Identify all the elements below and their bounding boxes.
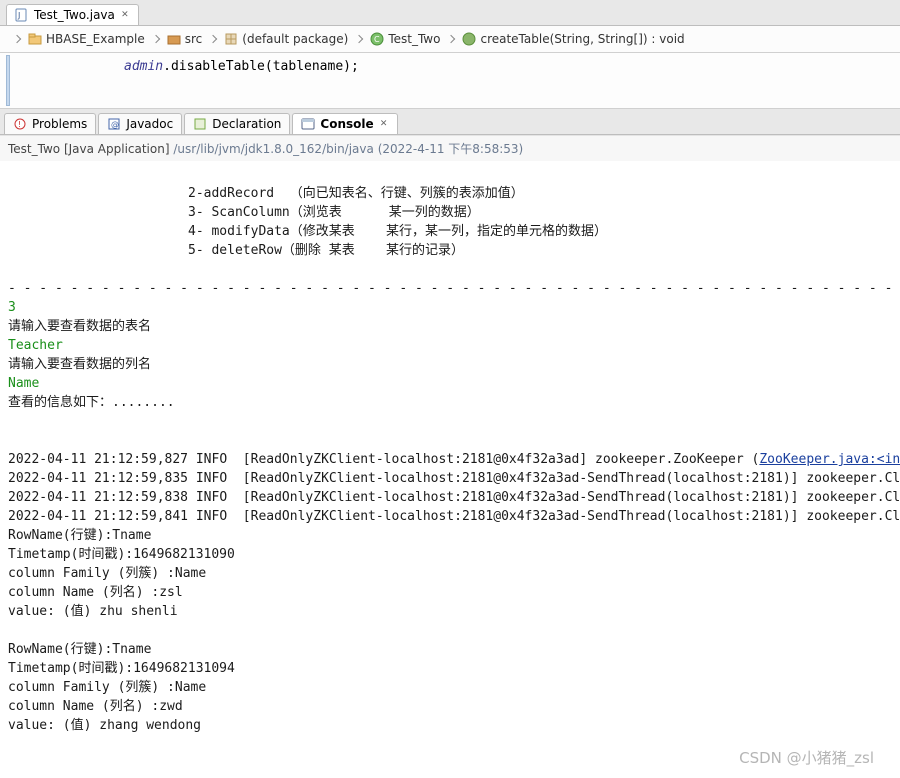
console-line: column Name (列名) :zsl [8, 585, 183, 600]
tab-javadoc[interactable]: @ Javadoc [98, 113, 182, 134]
views-tabbar: ! Problems @ Javadoc Declaration Console… [0, 109, 900, 135]
console-log: 2022-04-11 21:12:59,838 INFO [ReadOnlyZK… [8, 490, 900, 505]
breadcrumb-package-label: (default package) [242, 32, 348, 46]
svg-text:@: @ [111, 120, 119, 129]
console-line: RowName(行键):Tname [8, 528, 151, 543]
console-line: - - - - - - - - - - - - - - - - - - - - … [8, 281, 900, 296]
breadcrumb-method-label: createTable(String, String[]) : void [480, 32, 684, 46]
svg-text:C: C [374, 35, 380, 44]
tab-declaration[interactable]: Declaration [184, 113, 290, 134]
breadcrumb-class[interactable]: C Test_Two [370, 32, 440, 46]
chevron-right-icon [447, 35, 455, 43]
problems-icon: ! [13, 117, 27, 131]
console-line: 3- ScanColumn（浏览表 某一列的数据） [188, 205, 480, 220]
code-line: admin.disableTable(tablename); [24, 59, 900, 74]
console-line: 5- deleteRow（删除 某表 某行的记录） [188, 243, 464, 258]
console-input: 3 [8, 300, 16, 315]
tab-console-label: Console [320, 117, 373, 131]
tab-problems-label: Problems [32, 117, 87, 131]
console-line: value: (值) zhu shenli [8, 604, 178, 619]
console-line: 4- modifyData（修改某表 某行，某一列，指定的单元格的数据） [188, 224, 607, 239]
launch-app: Test_Two [Java Application] [8, 142, 170, 156]
console-line: Timetamp(时间戳):1649682131094 [8, 661, 235, 676]
tab-declaration-label: Declaration [212, 117, 281, 131]
console-line: RowName(行键):Tname [8, 642, 151, 657]
javadoc-icon: @ [107, 117, 121, 131]
console-line: 请输入要查看数据的列名 [8, 357, 151, 372]
code-rest: .disableTable(tablename); [163, 59, 359, 74]
chevron-right-icon [13, 35, 21, 43]
chevron-right-icon [209, 35, 217, 43]
class-icon: C [370, 32, 384, 46]
tab-console[interactable]: Console ✕ [292, 113, 397, 134]
svg-text:J: J [17, 11, 20, 20]
breadcrumb-package[interactable]: (default package) [224, 32, 348, 46]
watermark: CSDN @小猪猪_zsl [739, 749, 874, 768]
console-log-link[interactable]: ZooKeeper.java:<init> [759, 452, 900, 467]
folder-icon [167, 32, 181, 46]
code-editor[interactable]: admin.disableTable(tablename); [0, 53, 900, 109]
close-icon[interactable]: ✕ [379, 119, 389, 129]
editor-tab-label: Test_Two.java [34, 8, 115, 22]
console-output[interactable]: 2-addRecord （向已知表名、行键、列簇的表添加值） 3- ScanCo… [0, 161, 900, 778]
method-icon [462, 32, 476, 46]
breadcrumb-src[interactable]: src [167, 32, 203, 46]
console-line: 请输入要查看数据的表名 [8, 319, 151, 334]
console-line: column Family (列簇) :Name [8, 566, 206, 581]
console-line: 查看的信息如下：........ [8, 395, 175, 410]
console-input: Teacher [8, 338, 63, 353]
declaration-icon [193, 117, 207, 131]
editor-tab-file[interactable]: J Test_Two.java ✕ [6, 4, 139, 25]
java-file-icon: J [15, 8, 29, 22]
console-line: column Family (列簇) :Name [8, 680, 206, 695]
breadcrumb-src-label: src [185, 32, 203, 46]
console-log: 2022-04-11 21:12:59,835 INFO [ReadOnlyZK… [8, 471, 900, 486]
console-line: 2-addRecord （向已知表名、行键、列簇的表添加值） [188, 186, 524, 201]
console-line: Timetamp(时间戳):1649682131090 [8, 547, 235, 562]
editor-ruler [6, 55, 10, 106]
breadcrumb-project[interactable]: HBASE_Example [28, 32, 145, 46]
close-icon[interactable]: ✕ [120, 10, 130, 20]
console-log: 2022-04-11 21:12:59,841 INFO [ReadOnlyZK… [8, 509, 900, 524]
console-icon [301, 117, 315, 131]
console-input: Name [8, 376, 39, 391]
tab-javadoc-label: Javadoc [126, 117, 173, 131]
project-icon [28, 32, 42, 46]
launch-path: /usr/lib/jvm/jdk1.8.0_162/bin/java [173, 142, 374, 156]
code-object: admin [124, 59, 163, 74]
console-launch-info: Test_Two [Java Application] /usr/lib/jvm… [0, 135, 900, 161]
console-log: 2022-04-11 21:12:59,827 INFO [ReadOnlyZK… [8, 452, 759, 467]
console-line: column Name (列名) :zwd [8, 699, 183, 714]
svg-text:!: ! [18, 120, 21, 129]
package-icon [224, 32, 238, 46]
chevron-right-icon [355, 35, 363, 43]
breadcrumb-class-label: Test_Two [388, 32, 440, 46]
breadcrumb: HBASE_Example src (default package) C Te… [0, 26, 900, 53]
launch-time: (2022-4-11 下午8:58:53) [378, 142, 524, 156]
tab-problems[interactable]: ! Problems [4, 113, 96, 134]
breadcrumb-method[interactable]: createTable(String, String[]) : void [462, 32, 684, 46]
chevron-right-icon [151, 35, 159, 43]
breadcrumb-project-label: HBASE_Example [46, 32, 145, 46]
editor-tabbar: J Test_Two.java ✕ [0, 0, 900, 26]
